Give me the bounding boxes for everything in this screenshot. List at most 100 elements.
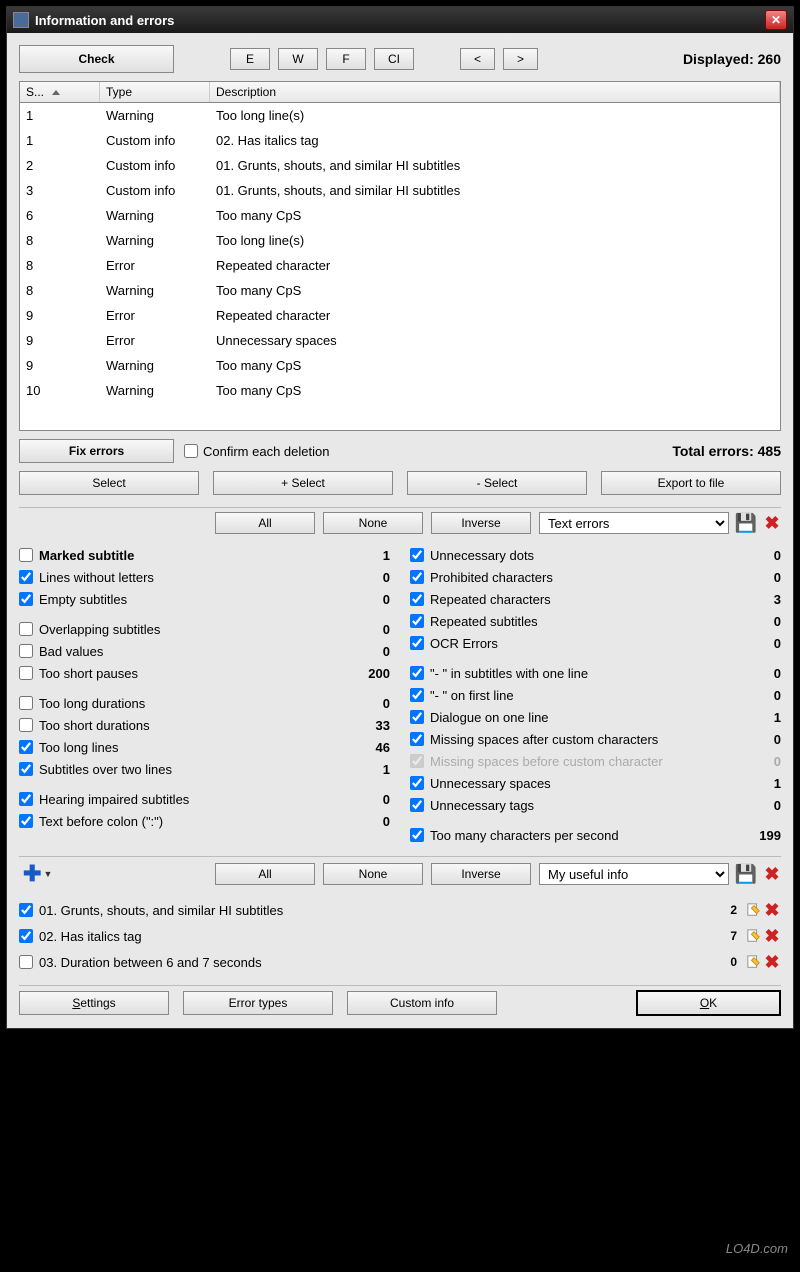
custom-info-button[interactable]: Custom info [347, 991, 497, 1015]
custom-group-select[interactable]: My useful info [539, 863, 729, 885]
add-custom-button[interactable]: ✚▼ [19, 861, 56, 887]
prev-button[interactable]: < [460, 48, 495, 70]
custom-item[interactable]: 02. Has italics tag7✖ [19, 923, 781, 949]
table-row[interactable]: 8ErrorRepeated character [20, 253, 780, 278]
custom-item[interactable]: 03. Duration between 6 and 7 seconds0✖ [19, 949, 781, 975]
check-checkbox[interactable] [19, 592, 33, 606]
error-types-button[interactable]: Error types [183, 991, 333, 1015]
check-item[interactable]: Repeated characters3 [410, 588, 781, 610]
check-item[interactable]: Empty subtitles0 [19, 588, 390, 610]
table-body[interactable]: 1WarningToo long line(s)1Custom info02. … [20, 103, 780, 429]
table-row[interactable]: 9ErrorRepeated character [20, 303, 780, 328]
check-item[interactable]: Too short pauses200 [19, 662, 390, 684]
custom-checkbox[interactable] [19, 903, 33, 917]
edit-icon[interactable] [745, 927, 763, 945]
delete-custom-icon[interactable]: ✖ [763, 953, 781, 971]
save-icon-2[interactable]: 💾 [737, 865, 755, 883]
table-row[interactable]: 3Custom info01. Grunts, shouts, and simi… [20, 178, 780, 203]
check-item[interactable]: Text before colon (":")0 [19, 810, 390, 832]
next-button[interactable]: > [503, 48, 538, 70]
filter-e-button[interactable]: E [230, 48, 270, 70]
check-item[interactable]: "- " on first line0 [410, 684, 781, 706]
check-checkbox[interactable] [410, 614, 424, 628]
select-button[interactable]: Select [19, 471, 199, 495]
check-item[interactable]: Marked subtitle1 [19, 544, 390, 566]
delete-icon[interactable]: ✖ [763, 514, 781, 532]
check-item[interactable]: Too long durations0 [19, 692, 390, 714]
check-item[interactable]: Too many characters per second199 [410, 824, 781, 846]
col-subtitle[interactable]: S... [20, 82, 100, 102]
export-button[interactable]: Export to file [601, 471, 781, 495]
none-button-1[interactable]: None [323, 512, 423, 534]
check-checkbox[interactable] [19, 740, 33, 754]
custom-checkbox[interactable] [19, 929, 33, 943]
check-checkbox[interactable] [410, 570, 424, 584]
delete-custom-icon[interactable]: ✖ [763, 901, 781, 919]
filter-f-button[interactable]: F [326, 48, 366, 70]
minus-select-button[interactable]: - Select [407, 471, 587, 495]
col-description[interactable]: Description [210, 82, 780, 102]
check-item[interactable]: Unnecessary tags0 [410, 794, 781, 816]
check-checkbox[interactable] [19, 718, 33, 732]
check-item[interactable]: Prohibited characters0 [410, 566, 781, 588]
delete-custom-icon[interactable]: ✖ [763, 927, 781, 945]
delete-icon-2[interactable]: ✖ [763, 865, 781, 883]
table-row[interactable]: 8WarningToo many CpS [20, 278, 780, 303]
check-checkbox[interactable] [19, 762, 33, 776]
check-item[interactable]: Too short durations33 [19, 714, 390, 736]
check-item[interactable]: Hearing impaired subtitles0 [19, 788, 390, 810]
check-item[interactable]: Bad values0 [19, 640, 390, 662]
check-item[interactable]: Missing spaces before custom character0 [410, 750, 781, 772]
check-item[interactable]: Unnecessary dots0 [410, 544, 781, 566]
check-checkbox[interactable] [19, 666, 33, 680]
check-checkbox[interactable] [410, 592, 424, 606]
check-item[interactable]: Unnecessary spaces1 [410, 772, 781, 794]
check-checkbox[interactable] [410, 798, 424, 812]
check-checkbox[interactable] [19, 644, 33, 658]
table-row[interactable]: 9WarningToo many CpS [20, 353, 780, 378]
all-button-2[interactable]: All [215, 863, 315, 885]
check-checkbox[interactable] [19, 696, 33, 710]
check-button[interactable]: Check [19, 45, 174, 73]
check-item[interactable]: Dialogue on one line1 [410, 706, 781, 728]
check-checkbox[interactable] [410, 548, 424, 562]
check-checkbox[interactable] [410, 710, 424, 724]
filter-ci-button[interactable]: CI [374, 48, 414, 70]
check-item[interactable]: Subtitles over two lines1 [19, 758, 390, 780]
none-button-2[interactable]: None [323, 863, 423, 885]
check-checkbox[interactable] [19, 792, 33, 806]
table-row[interactable]: 6WarningToo many CpS [20, 203, 780, 228]
ok-button[interactable]: OK [636, 990, 781, 1016]
custom-checkbox[interactable] [19, 955, 33, 969]
plus-select-button[interactable]: + Select [213, 471, 393, 495]
table-row[interactable]: 9ErrorUnnecessary spaces [20, 328, 780, 353]
edit-icon[interactable] [745, 901, 763, 919]
inverse-button-2[interactable]: Inverse [431, 863, 531, 885]
check-checkbox[interactable] [410, 732, 424, 746]
check-checkbox[interactable] [410, 666, 424, 680]
check-checkbox[interactable] [410, 776, 424, 790]
table-row[interactable]: 8WarningToo long line(s) [20, 228, 780, 253]
check-item[interactable]: "- " in subtitles with one line0 [410, 662, 781, 684]
check-item[interactable]: Missing spaces after custom characters0 [410, 728, 781, 750]
table-row[interactable]: 1WarningToo long line(s) [20, 103, 780, 128]
close-button[interactable]: ✕ [765, 10, 787, 30]
custom-item[interactable]: 01. Grunts, shouts, and similar HI subti… [19, 897, 781, 923]
table-row[interactable]: 10WarningToo many CpS [20, 378, 780, 403]
check-item[interactable]: Lines without letters0 [19, 566, 390, 588]
check-item[interactable]: Overlapping subtitles0 [19, 618, 390, 640]
check-checkbox[interactable] [19, 622, 33, 636]
inverse-button-1[interactable]: Inverse [431, 512, 531, 534]
col-type[interactable]: Type [100, 82, 210, 102]
check-item[interactable]: Repeated subtitles0 [410, 610, 781, 632]
check-checkbox[interactable] [19, 814, 33, 828]
check-checkbox[interactable] [410, 828, 424, 842]
check-checkbox[interactable] [410, 688, 424, 702]
check-checkbox[interactable] [19, 548, 33, 562]
check-item[interactable]: Too long lines46 [19, 736, 390, 758]
check-checkbox[interactable] [410, 754, 424, 768]
settings-button[interactable]: Settings [19, 991, 169, 1015]
fix-errors-button[interactable]: Fix errors [19, 439, 174, 463]
confirm-deletion-checkbox[interactable]: Confirm each deletion [184, 444, 329, 459]
table-row[interactable]: 1Custom info02. Has italics tag [20, 128, 780, 153]
